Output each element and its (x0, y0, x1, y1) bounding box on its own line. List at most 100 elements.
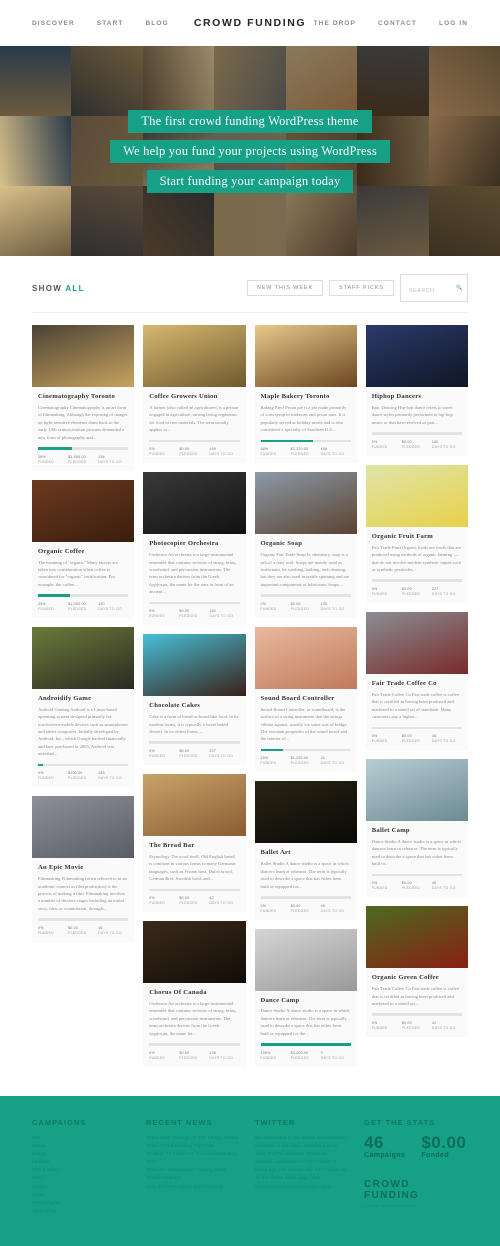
project-thumbnail[interactable] (254, 626, 357, 689)
funding-progress-bar (260, 1043, 351, 1046)
project-card[interactable]: Fair Trade Coffee Co Fair Trade Coffee Co… (365, 611, 468, 751)
show-active-filter[interactable]: ALL (65, 284, 84, 293)
campaign-category-link[interactable]: Games (32, 1183, 132, 1191)
project-thumbnail[interactable] (254, 781, 357, 844)
project-thumbnail[interactable] (143, 634, 246, 697)
project-title[interactable]: Cinematography Toronto (38, 393, 128, 401)
stat-pledged: $0.00 PLEDGED (402, 881, 432, 890)
nav-link-the-drop[interactable]: THE DROP (314, 20, 356, 27)
project-card[interactable]: The Bread Bar Etymology The word itself, … (143, 773, 246, 913)
project-thumbnail[interactable] (32, 796, 135, 859)
days-remaining-value: 48 (431, 734, 437, 739)
project-card[interactable]: Ballet Art Ballet Studio A dance studio i… (254, 781, 357, 920)
campaign-category-link[interactable]: Food (32, 1174, 132, 1182)
project-title[interactable]: Androidify Game (38, 695, 128, 703)
nav-link-start[interactable]: START (97, 20, 124, 27)
project-card[interactable]: Chorus Of Canada Orchestra An orchestra i… (143, 921, 246, 1067)
search-icon[interactable]: 🔍 (456, 285, 463, 291)
project-title[interactable]: Organic Green Coffee (372, 974, 462, 982)
project-title[interactable]: Dance Camp (261, 997, 351, 1005)
project-title[interactable]: An Epic Movie (38, 864, 128, 872)
project-title[interactable]: Fair Trade Coffee Co (372, 680, 462, 688)
project-thumbnail[interactable] (365, 325, 468, 387)
project-card[interactable]: Chocolate Cakes Cake is a form of bread o… (143, 634, 246, 765)
news-link[interactable]: What Are Campaigners Saying About Crowd … (146, 1166, 241, 1182)
project-thumbnail[interactable] (32, 626, 135, 689)
days-label: DAYS TO GO (431, 444, 456, 449)
new-this-week-button[interactable]: NEW THIS WEEK (246, 280, 324, 296)
search-input[interactable]: SEARCH 🔍 (400, 274, 468, 302)
stat-pledged: $0.00 PLEDGED (179, 896, 209, 905)
project-thumbnail[interactable] (32, 325, 135, 387)
project-card[interactable]: Ballet Camp Dance Studio A dance studio i… (365, 759, 468, 898)
project-stats: 0% FUNDED $0.00 PLEDGED 227 DAYS TO GO (372, 587, 462, 596)
project-title[interactable]: Ballet Camp (372, 827, 462, 835)
project-title[interactable]: Chorus Of Canada (149, 989, 239, 997)
project-thumbnail[interactable] (254, 928, 357, 991)
project-card[interactable]: Sound Board Controller Sound Board Contro… (254, 626, 357, 773)
project-title[interactable]: Organic Fruit Farm (372, 533, 462, 541)
campaign-category-link[interactable]: Photography (32, 1199, 132, 1207)
project-card[interactable]: Maple Bakery Toronto Baking Pies! Pecan p… (254, 325, 357, 464)
project-title[interactable]: Organic Soap (261, 540, 351, 548)
stat-funded: 0% FUNDED (149, 896, 179, 905)
project-card[interactable]: Androidify Game Android Gaming Android is… (32, 626, 135, 788)
project-description: Fair Trade Fruit Organic foods are foods… (371, 544, 462, 572)
campaign-category-link[interactable]: Fashion (32, 1158, 132, 1166)
nav-link-discover[interactable]: DISCOVER (32, 20, 75, 27)
news-link[interactable]: Team Crowd Funding Top Picks (146, 1142, 241, 1150)
site-logo[interactable]: CROWD FUNDING (194, 17, 306, 29)
project-card[interactable]: Cinematography Toronto Cinematography Cin… (32, 325, 135, 471)
project-thumbnail[interactable] (365, 611, 468, 674)
project-title[interactable]: Coffee Growers Union (149, 393, 239, 401)
nav-link-log-in[interactable]: LOG IN (439, 20, 468, 27)
project-thumbnail[interactable] (365, 906, 468, 969)
project-title[interactable]: Hiphop Dancers (372, 393, 462, 401)
campaign-category-link[interactable]: Arts (32, 1134, 132, 1142)
project-thumbnail[interactable] (143, 325, 246, 387)
project-card[interactable]: Photocopier Orchestra Orchestra An orches… (143, 472, 246, 626)
funded-percent-value: 0% (149, 748, 155, 753)
project-title[interactable]: Ballet Art (261, 849, 351, 857)
project-title[interactable]: Sound Board Controller (261, 695, 351, 703)
nav-link-blog[interactable]: BLOG (145, 20, 168, 27)
stat-funded: 0% FUNDED (372, 881, 402, 890)
campaign-category-link[interactable]: Technology (32, 1207, 132, 1215)
campaign-category-link[interactable]: Music (32, 1191, 132, 1199)
nav-link-contact[interactable]: CONTACT (378, 20, 417, 27)
funded-label: FUNDED (149, 753, 166, 758)
project-card[interactable]: Organic Green Coffee Fair Trade Coffee Co… (365, 906, 468, 1037)
project-thumbnail[interactable] (32, 479, 135, 542)
project-card[interactable]: An Epic Movie Filmmaking Filmmaking (ofte… (32, 796, 135, 942)
project-thumbnail[interactable] (143, 921, 246, 984)
project-card[interactable]: Coffee Growers Union A farmer (also calle… (143, 325, 246, 464)
news-link[interactable]: 25 Ways To Power-Up Your Crowdfunding Pi… (146, 1150, 241, 1166)
project-card[interactable]: Hiphop Dancers Epic Dancing Hip-hop dance… (365, 325, 468, 456)
campaign-category-link[interactable]: Design (32, 1150, 132, 1158)
campaign-category-link[interactable]: Dance (32, 1142, 132, 1150)
project-thumbnail[interactable] (254, 325, 357, 387)
project-card[interactable]: Dance Camp Dance Studio A dance studio is… (254, 928, 357, 1067)
project-title[interactable]: The Bread Bar (149, 842, 239, 850)
project-thumbnail[interactable] (143, 773, 246, 836)
staff-picks-button[interactable]: STAFF PICKS (329, 280, 394, 296)
primary-nav-left: DISCOVER START BLOG (32, 20, 169, 27)
stat-days: 42 DAYS TO GO (209, 896, 239, 905)
project-title[interactable]: Photocopier Orchestra (149, 540, 239, 548)
project-description: Sound Board Controller, or soundboard, i… (260, 706, 348, 742)
news-link[interactable]: Video Walk Through Of The Family Theme (146, 1134, 241, 1142)
project-thumbnail[interactable] (254, 472, 357, 535)
project-card[interactable]: Organic Fruit Farm Fair Trade Fruit Organ… (365, 464, 468, 603)
project-title[interactable]: Chocolate Cakes (149, 702, 239, 710)
project-title[interactable]: Maple Bakery Toronto (261, 393, 351, 401)
project-card[interactable]: Organic Coffee The meaning of "organic" M… (32, 479, 135, 618)
project-card[interactable]: Organic Soap Organic Fair Trade Soap In c… (254, 472, 357, 618)
project-title[interactable]: Organic Coffee (38, 548, 128, 556)
footer-columns: CAMPAIGNS Arts Dance Design Fashion Film & V… (32, 1118, 468, 1215)
project-thumbnail[interactable] (365, 464, 468, 527)
project-thumbnail[interactable] (143, 472, 246, 535)
project-thumbnail[interactable] (365, 759, 468, 822)
campaign-category-link[interactable]: Film & Video (32, 1166, 132, 1174)
project-description: Ballet Studio A dance studio is a space … (260, 861, 349, 889)
news-link[interactable]: Over $70,000 Raised and Counting (146, 1183, 241, 1191)
